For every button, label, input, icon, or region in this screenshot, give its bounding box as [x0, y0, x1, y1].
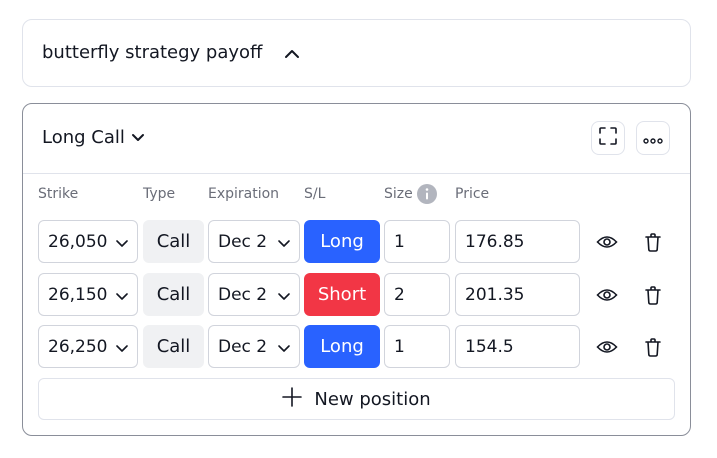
strategy-label: Long Call	[42, 127, 125, 148]
expiration-value: Dec 2	[218, 336, 268, 357]
type-button[interactable]: Call	[143, 325, 204, 368]
page-title: butterfly strategy payoff	[42, 42, 263, 63]
column-header-sl: S/L	[304, 186, 326, 202]
more-options-button[interactable]	[636, 121, 670, 155]
chevron-down-icon	[277, 288, 291, 302]
expiration-select[interactable]: Dec 2	[208, 273, 300, 316]
price-input[interactable]: 201.35	[455, 273, 580, 316]
new-position-label: New position	[314, 388, 431, 410]
side-toggle-long[interactable]: Long	[304, 325, 380, 368]
column-header-type: Type	[143, 186, 176, 202]
trash-icon[interactable]	[642, 284, 664, 306]
strike-select[interactable]: 26,050	[38, 220, 138, 263]
type-button[interactable]: Call	[143, 220, 204, 263]
strike-select[interactable]: 26,150	[38, 273, 138, 316]
side-value: Long	[320, 336, 364, 357]
size-value: 2	[394, 284, 405, 305]
strike-select[interactable]: 26,250	[38, 325, 138, 368]
more-icon	[643, 129, 663, 148]
expiration-select[interactable]: Dec 2	[208, 220, 300, 263]
size-value: 1	[394, 336, 405, 357]
column-header-strike: Strike	[38, 186, 79, 202]
eye-icon[interactable]	[596, 284, 618, 306]
price-input[interactable]: 154.5	[455, 325, 580, 368]
plus-icon	[282, 387, 303, 411]
fullscreen-icon	[599, 127, 617, 149]
position-row: 26,050 Call Dec 2 Long 1 176.85	[23, 220, 690, 264]
eye-icon[interactable]	[596, 336, 618, 358]
chevron-down-icon	[115, 288, 129, 302]
price-value: 176.85	[465, 231, 525, 252]
strategy-header: butterfly strategy payoff	[22, 19, 691, 87]
side-toggle-short[interactable]: Short	[304, 273, 380, 316]
size-input[interactable]: 1	[384, 325, 450, 368]
strike-value: 26,150	[48, 284, 108, 305]
size-input[interactable]: 1	[384, 220, 450, 263]
type-value: Call	[156, 231, 191, 252]
chevron-down-icon	[277, 235, 291, 249]
side-value: Long	[320, 231, 364, 252]
position-row: 26,150 Call Dec 2 Short 2 201.35	[23, 273, 690, 317]
column-header-size: Size	[384, 186, 413, 202]
expiration-value: Dec 2	[218, 284, 268, 305]
positions-panel: Long Call Strike Type Expiration S/L Siz…	[22, 103, 691, 436]
size-value: 1	[394, 231, 405, 252]
new-position-button[interactable]: New position	[38, 378, 675, 420]
price-value: 201.35	[465, 284, 525, 305]
side-value: Short	[317, 284, 367, 305]
column-header-price: Price	[455, 186, 490, 202]
position-row: 26,250 Call Dec 2 Long 1 154.5	[23, 325, 690, 369]
price-value: 154.5	[465, 336, 514, 357]
strategy-dropdown[interactable]: Long Call	[42, 127, 145, 148]
chevron-down-icon	[115, 235, 129, 249]
fullscreen-button[interactable]	[591, 121, 625, 155]
expiration-value: Dec 2	[218, 231, 268, 252]
chevron-up-icon[interactable]	[283, 46, 301, 60]
panel-header: Long Call	[23, 104, 690, 174]
type-value: Call	[156, 336, 191, 357]
strike-value: 26,050	[48, 231, 108, 252]
price-input[interactable]: 176.85	[455, 220, 580, 263]
side-toggle-long[interactable]: Long	[304, 220, 380, 263]
size-input[interactable]: 2	[384, 273, 450, 316]
expiration-select[interactable]: Dec 2	[208, 325, 300, 368]
info-icon[interactable]	[417, 184, 437, 204]
strike-value: 26,250	[48, 336, 108, 357]
chevron-down-icon	[131, 128, 145, 147]
column-header-expiration: Expiration	[208, 186, 280, 202]
chevron-down-icon	[277, 340, 291, 354]
chevron-down-icon	[115, 340, 129, 354]
type-button[interactable]: Call	[143, 273, 204, 316]
trash-icon[interactable]	[642, 336, 664, 358]
eye-icon[interactable]	[596, 231, 618, 253]
type-value: Call	[156, 284, 191, 305]
trash-icon[interactable]	[642, 231, 664, 253]
